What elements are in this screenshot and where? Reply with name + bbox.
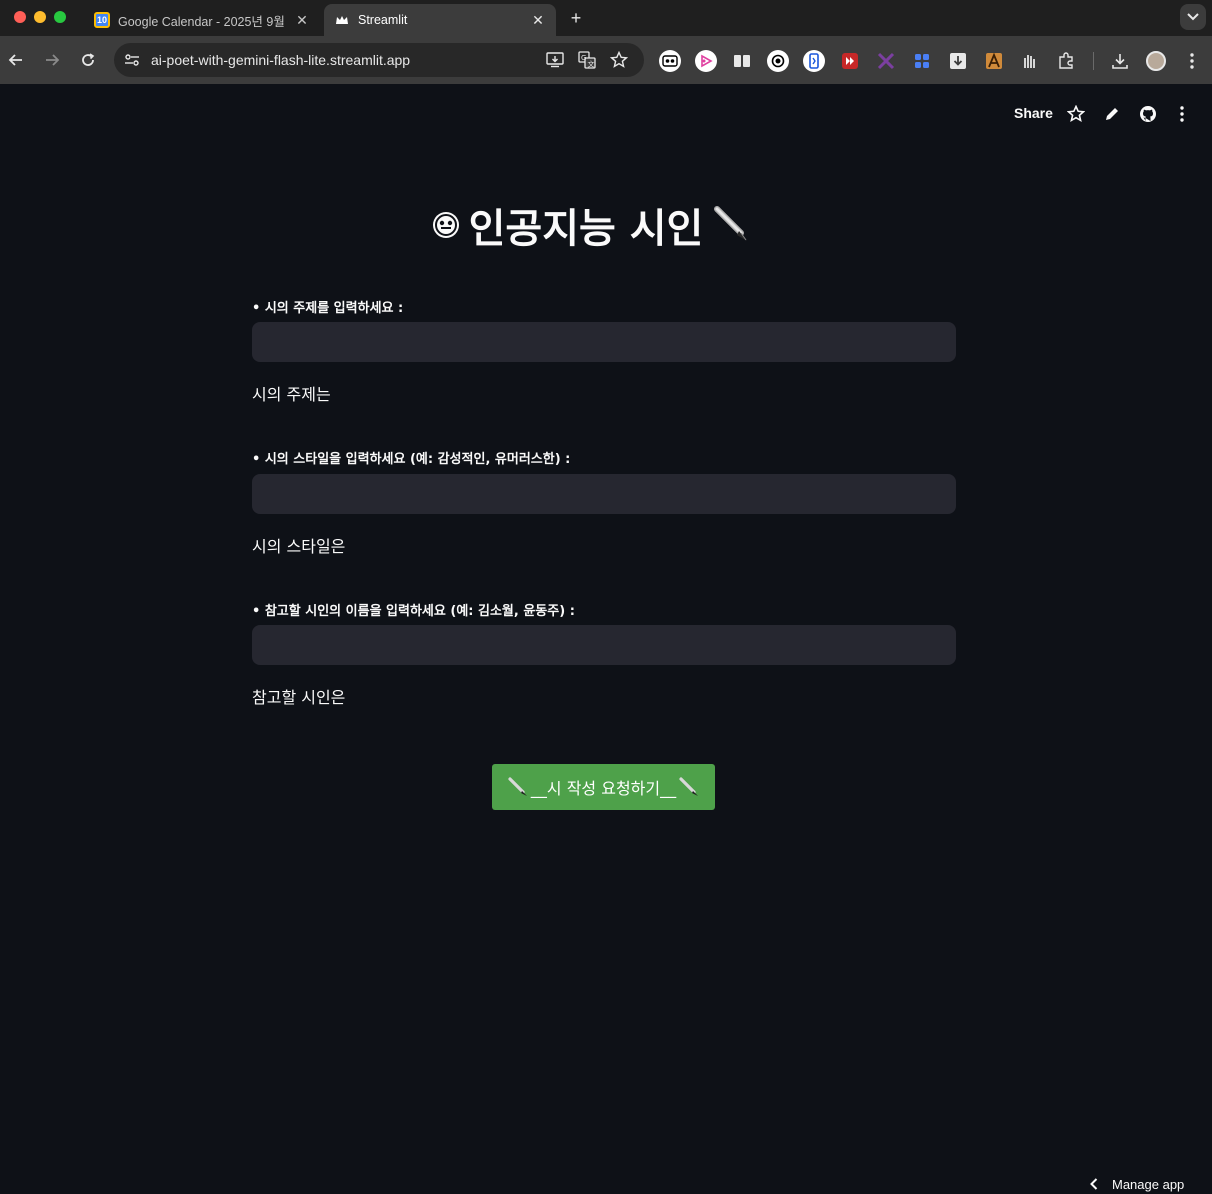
- topic-label: • 시의 주제를 입력하세요 :: [252, 301, 404, 316]
- edit-pencil-icon[interactable]: [1102, 104, 1122, 124]
- style-label: • 시의 스타일을 입력하세요 (예: 감성적인, 유머러스한) :: [252, 452, 571, 467]
- poet-input[interactable]: [252, 625, 956, 665]
- browser-toolbar: ai-poet-with-gemini-flash-lite.streamlit…: [0, 36, 1212, 84]
- page-title: 인공지능 시인: [0, 196, 1182, 254]
- close-icon[interactable]: ✕: [294, 12, 310, 28]
- extension-grid-icon[interactable]: [911, 50, 933, 72]
- window-minimize-button[interactable]: [34, 11, 46, 23]
- site-settings-icon[interactable]: [122, 50, 142, 70]
- extension-fastforward-icon[interactable]: [839, 50, 861, 72]
- app-menu-icon[interactable]: [1172, 104, 1192, 124]
- profile-avatar[interactable]: [1145, 50, 1167, 72]
- translate-icon[interactable]: G文: [578, 51, 596, 69]
- tab-title: Google Calendar - 2025년 9월: [118, 14, 285, 29]
- fountain-pen-icon: [711, 205, 751, 245]
- svg-text:文: 文: [588, 60, 595, 69]
- arrow-left-icon: [8, 54, 22, 66]
- calendar-icon: 10: [94, 12, 110, 28]
- extension-x-icon[interactable]: [875, 50, 897, 72]
- extension-camera-icon[interactable]: [767, 50, 789, 72]
- tab-search-button[interactable]: [1180, 4, 1206, 30]
- window-close-button[interactable]: [14, 11, 26, 23]
- tab-streamlit[interactable]: Streamlit ✕: [324, 4, 556, 36]
- new-tab-button[interactable]: +: [566, 8, 586, 28]
- downloads-icon[interactable]: [1109, 50, 1131, 72]
- page-title-text: 인공지능 시인: [468, 206, 704, 252]
- reload-button[interactable]: [78, 50, 98, 70]
- back-button[interactable]: [6, 50, 26, 70]
- extension-hands-icon[interactable]: [1019, 50, 1041, 72]
- extensions-puzzle-icon[interactable]: [1055, 50, 1077, 72]
- extension-download-box-icon[interactable]: [947, 50, 969, 72]
- arrow-right-icon: [46, 54, 60, 66]
- poet-echo-text: 참고할 시인은: [252, 688, 346, 707]
- tab-google-calendar[interactable]: 10 Google Calendar - 2025년 9월 ✕: [84, 4, 320, 36]
- tab-title: Streamlit: [358, 13, 408, 27]
- extension-robot-icon[interactable]: [659, 50, 681, 72]
- chevron-left-icon: [1090, 1178, 1098, 1190]
- address-bar[interactable]: ai-poet-with-gemini-flash-lite.streamlit…: [114, 43, 644, 77]
- extension-reader-icon[interactable]: [731, 50, 753, 72]
- streamlit-icon: [334, 12, 350, 28]
- share-button[interactable]: Share: [1014, 105, 1053, 121]
- chevron-down-icon: [1187, 13, 1199, 21]
- submit-button-label: __시 작성 요청하기__: [530, 779, 677, 798]
- github-icon[interactable]: [1138, 104, 1158, 124]
- browser-tab-bar: 10 Google Calendar - 2025년 9월 ✕ Streamli…: [0, 0, 1212, 36]
- manage-app-button[interactable]: Manage app: [1090, 1174, 1184, 1194]
- extension-phone-icon[interactable]: [803, 50, 825, 72]
- app-header: Share: [0, 84, 1212, 144]
- svg-text:G: G: [581, 54, 586, 62]
- topic-input[interactable]: [252, 322, 956, 362]
- topic-echo-text: 시의 주제는: [252, 385, 331, 404]
- bookmark-star-icon[interactable]: [610, 51, 628, 69]
- manage-app-label: Manage app: [1112, 1176, 1185, 1192]
- url-text[interactable]: ai-poet-with-gemini-flash-lite.streamlit…: [151, 52, 410, 68]
- style-echo-text: 시의 스타일은: [252, 537, 346, 556]
- browser-menu-icon[interactable]: [1181, 50, 1203, 72]
- fountain-pen-icon: [507, 776, 529, 798]
- robot-face-icon: [431, 210, 461, 240]
- star-icon[interactable]: [1066, 104, 1086, 124]
- style-input[interactable]: [252, 474, 956, 514]
- install-app-icon[interactable]: [546, 51, 564, 69]
- reload-icon: [82, 53, 95, 66]
- forward-button[interactable]: [42, 50, 62, 70]
- poet-label: • 참고할 시인의 이름을 입력하세요 (예: 김소월, 윤동주) :: [252, 604, 575, 619]
- fountain-pen-icon: [678, 776, 700, 798]
- window-maximize-button[interactable]: [54, 11, 66, 23]
- extension-play-icon[interactable]: [695, 50, 717, 72]
- close-icon[interactable]: ✕: [530, 12, 546, 28]
- toolbar-divider: [1093, 52, 1094, 70]
- calendar-icon-date: 10: [96, 15, 107, 25]
- submit-poem-button[interactable]: __시 작성 요청하기__: [492, 764, 715, 810]
- extension-a-icon[interactable]: [983, 50, 1005, 72]
